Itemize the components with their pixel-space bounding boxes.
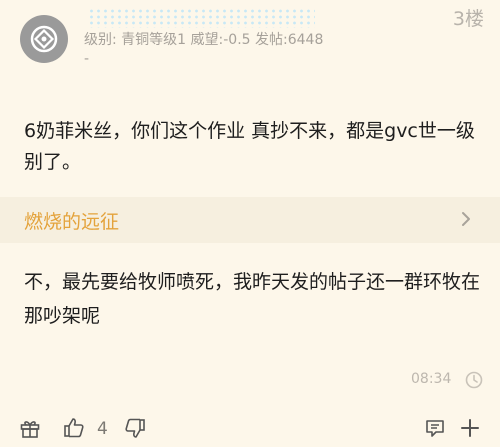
- more-icon[interactable]: [458, 416, 482, 440]
- post-time: 08:34: [411, 371, 452, 387]
- post-card: 3楼 级别: 青铜等级1 威望:-0.5 发帖:6448 - 6奶菲米丝，你们这…: [0, 0, 500, 447]
- avatar-icon: [20, 15, 68, 63]
- gift-icon[interactable]: [18, 416, 42, 440]
- quote-link[interactable]: 燃烧的远征: [0, 197, 500, 243]
- floor-number: 3楼: [452, 8, 484, 30]
- reply-body: 不，最先要给牧师喷死，我昨天发的帖子还一群环牧在那吵架呢: [24, 271, 481, 327]
- comment-icon[interactable]: [423, 416, 447, 440]
- quote-title: 燃烧的远征: [24, 211, 120, 233]
- chevron-right-icon: [456, 209, 476, 229]
- username[interactable]: [88, 8, 315, 28]
- clock-icon: [465, 371, 483, 389]
- user-meta: 级别: 青铜等级1 威望:-0.5 发帖:6448: [84, 32, 324, 48]
- like-count: 4: [97, 419, 108, 439]
- action-bar: 4: [0, 410, 500, 447]
- post-body: 6奶菲米丝，你们这个作业 真抄不来，都是gvc世一级别了。: [24, 120, 475, 173]
- avatar[interactable]: [19, 14, 69, 64]
- thumbs-up-icon[interactable]: [62, 416, 86, 440]
- thumbs-down-icon[interactable]: [123, 416, 147, 440]
- user-meta-extra: -: [84, 51, 90, 67]
